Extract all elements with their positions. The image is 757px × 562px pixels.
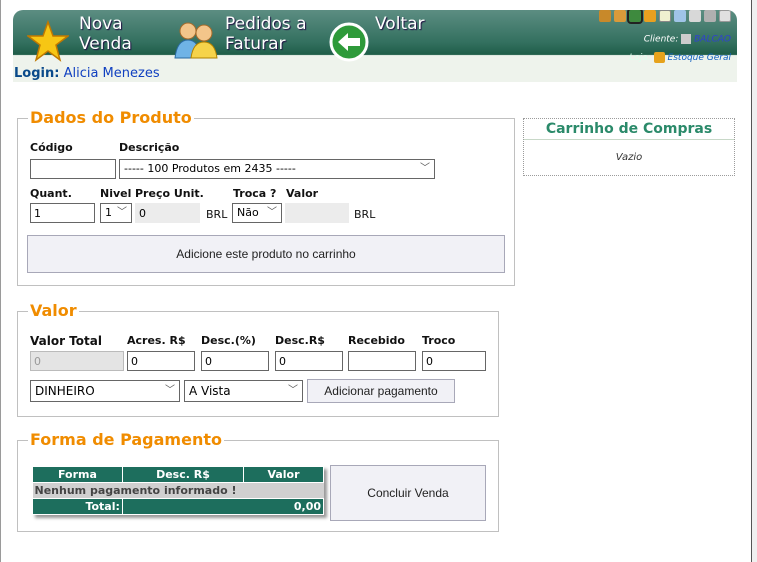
login-user: Alicia Menezes — [63, 66, 160, 81]
preco-input[interactable] — [135, 203, 200, 223]
calculator-icon[interactable] — [689, 10, 701, 22]
cliente-info: Cliente: BALCAO — [644, 34, 731, 45]
users-icon — [174, 22, 218, 59]
chevron-down-icon: ﹀ — [288, 385, 298, 396]
pedidos-line1: Pedidos a — [225, 14, 307, 34]
loja-label: Loja: — [629, 53, 651, 63]
acres-label: Acres. R$ — [127, 334, 186, 347]
total-value: 0,00 — [121, 498, 325, 515]
chevron-down-icon: ﹀ — [117, 207, 127, 218]
table-row-empty: Nenhum pagamento informado ! — [32, 482, 324, 499]
prazo-value: A Vista — [189, 384, 231, 398]
troco-label: Troco — [422, 334, 456, 347]
pagamento-legend: Forma de Pagamento — [28, 430, 224, 449]
codigo-label: Código — [30, 141, 73, 154]
valor-currency: BRL — [354, 208, 376, 221]
nova-venda-line2: Venda — [79, 34, 132, 54]
empty-message: Nenhum pagamento informado ! — [32, 482, 324, 499]
concluir-venda-button[interactable]: Concluir Venda — [330, 465, 486, 521]
box-icon[interactable] — [599, 10, 611, 22]
loja-info: Loja: Estoque Geral — [629, 52, 731, 63]
loja-value[interactable]: Estoque Geral — [668, 53, 731, 63]
payment-table-header: Forma Desc. R$ Valor — [32, 466, 324, 483]
store-icon — [653, 52, 665, 63]
col-forma: Forma — [32, 466, 123, 483]
toolbar-icons — [599, 10, 731, 24]
desc-pct-input[interactable] — [201, 351, 269, 371]
chevron-down-icon: ﹀ — [267, 207, 277, 218]
cart-title: Carrinho de Compras — [524, 119, 734, 140]
edit-icon[interactable] — [674, 10, 686, 22]
nova-venda-line1: Nova — [79, 14, 123, 34]
add-payment-button[interactable]: Adicionar pagamento — [307, 379, 455, 403]
recebido-input[interactable] — [348, 351, 416, 371]
desc-rs-input[interactable] — [275, 351, 343, 371]
produto-legend: Dados do Produto — [28, 108, 194, 127]
descricao-label: Descrição — [119, 141, 180, 154]
quant-label: Quant. — [30, 187, 72, 200]
cart-empty-text: Vazio — [615, 152, 643, 163]
valor-total-input[interactable] — [30, 351, 124, 371]
troca-value: Não — [237, 206, 259, 219]
back-arrow-icon — [329, 22, 369, 62]
nivel-label: Nivel — [100, 187, 132, 200]
produto-fieldset: Dados do Produto Código Descrição ----- … — [17, 108, 515, 286]
descricao-select[interactable]: ----- 100 Produtos em 2435 ----- ﹀ — [119, 159, 435, 179]
troca-select[interactable]: Não ﹀ — [232, 203, 282, 223]
add-to-cart-button[interactable]: Adicione este produto no carrinho — [27, 235, 505, 273]
total-label: Total: — [32, 498, 123, 515]
document-icon[interactable] — [659, 10, 671, 22]
cliente-value[interactable]: BALCAO — [694, 35, 731, 45]
payment-table: Forma Desc. R$ Valor Nenhum pagamento in… — [32, 466, 325, 515]
pedidos-line2: Faturar — [225, 34, 286, 54]
forma-select[interactable]: DINHEIRO ﹀ — [30, 380, 180, 402]
valor-total-label: Valor Total — [30, 334, 102, 348]
descricao-value: ----- 100 Produtos em 2435 ----- — [124, 162, 296, 175]
col-valor: Valor — [243, 466, 324, 483]
forma-value: DINHEIRO — [35, 384, 95, 398]
valor-input[interactable] — [285, 203, 349, 223]
desc-rs-label: Desc.R$ — [275, 334, 325, 347]
recebido-label: Recebido — [348, 334, 405, 347]
troca-label: Troca ? — [233, 187, 277, 200]
users-icon[interactable] — [614, 10, 626, 22]
login-info: Login: Alicia Menezes — [14, 66, 160, 81]
chevron-down-icon: ﹀ — [165, 385, 175, 396]
valor-fieldset: Valor Valor Total Acres. R$ Desc.(%) Des… — [17, 301, 499, 417]
prazo-select[interactable]: A Vista ﹀ — [184, 380, 303, 402]
codigo-input[interactable] — [30, 159, 116, 179]
nivel-value: 1 — [105, 206, 112, 219]
nivel-select[interactable]: 1 ﹀ — [100, 203, 132, 223]
desc-pct-label: Desc.(%) — [201, 334, 256, 347]
truck-icon[interactable] — [627, 10, 643, 24]
gift-icon[interactable] — [704, 10, 716, 22]
valor-label: Valor — [286, 187, 319, 200]
chevron-down-icon: ﹀ — [420, 163, 430, 174]
preco-currency: BRL — [206, 208, 228, 221]
col-desc: Desc. R$ — [121, 466, 245, 483]
login-label: Login: — [14, 66, 60, 81]
voltar-label: Voltar — [375, 14, 425, 34]
star-icon — [27, 20, 69, 62]
lock-icon[interactable] — [719, 10, 731, 22]
quant-input[interactable] — [30, 203, 95, 223]
client-icon — [681, 34, 692, 44]
bus-icon[interactable] — [644, 10, 656, 22]
page: Nova Venda Pedidos a Faturar Voltar Clie… — [0, 0, 752, 562]
table-row-total: Total: 0,00 — [32, 498, 325, 515]
acres-input[interactable] — [127, 351, 195, 371]
troco-input[interactable] — [422, 351, 486, 371]
valor-legend: Valor — [28, 301, 79, 320]
preco-label: Preço Unit. — [135, 187, 204, 200]
cart-panel: Carrinho de Compras Vazio — [523, 118, 735, 176]
cliente-label: Cliente: — [643, 34, 679, 45]
